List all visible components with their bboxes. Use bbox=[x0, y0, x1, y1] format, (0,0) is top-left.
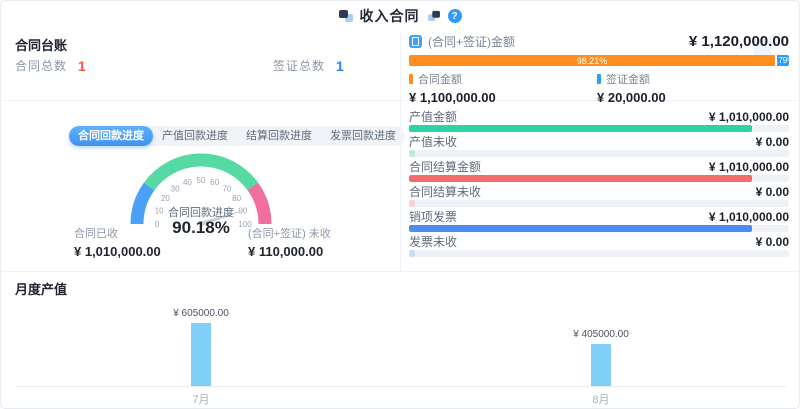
help-icon[interactable]: ? bbox=[448, 9, 462, 23]
gauge-tick-label: 80 bbox=[232, 194, 241, 203]
metric-bar-track bbox=[409, 225, 789, 232]
legend-value: ¥ 20,000.00 bbox=[597, 90, 666, 105]
metrics-list: 产值金额 ¥ 1,010,000.00 产值未收 ¥ 0.00 合同结算金额 ¥ 1,01… bbox=[409, 108, 789, 258]
metric-value: ¥ 0.00 bbox=[756, 235, 789, 249]
legend-visa: 签证金额 ¥ 20,000.00 bbox=[597, 71, 666, 105]
progress-tabs: 合同回款进度产值回款进度结算回款进度发票回款进度 bbox=[69, 126, 405, 146]
gauge-tick-label: 70 bbox=[222, 184, 231, 193]
gauge-tick-label: 40 bbox=[183, 178, 192, 187]
monthly-bar bbox=[591, 344, 611, 386]
legend-value: ¥ 1,100,000.00 bbox=[409, 90, 496, 105]
metric-bar-fill bbox=[409, 225, 752, 232]
metric-bar-track bbox=[409, 175, 789, 182]
metric-bar-fill bbox=[409, 175, 752, 182]
total-amount-label: (合同+签证)金额 bbox=[428, 33, 515, 50]
metric-label: 合同结算未收 bbox=[409, 183, 481, 200]
received-label: 合同已收 bbox=[74, 225, 161, 241]
metric-value: ¥ 0.00 bbox=[756, 185, 789, 199]
monthly-bar bbox=[191, 323, 211, 386]
metric-row: 合同结算未收 ¥ 0.00 bbox=[409, 183, 789, 207]
metric-value: ¥ 1,010,000.00 bbox=[709, 210, 789, 224]
metric-bar-fill bbox=[409, 125, 752, 132]
gauge-tick-label: 20 bbox=[161, 194, 170, 203]
page-header: 收入合同 ? bbox=[1, 1, 799, 31]
vertical-panel-divider bbox=[400, 31, 401, 271]
metric-label: 产值金额 bbox=[409, 108, 457, 125]
x-axis-label: 7月 bbox=[171, 391, 231, 407]
legend-label: 合同金额 bbox=[418, 71, 462, 87]
tab-3[interactable]: 发票回款进度 bbox=[321, 126, 405, 146]
metric-row: 合同结算金额 ¥ 1,010,000.00 bbox=[409, 158, 789, 182]
monthly-output-section: 月度产值 ¥ 605000.00 7月 ¥ 405000.00 8月 bbox=[1, 271, 800, 409]
metric-bar-track bbox=[409, 125, 789, 132]
contract-count-label: 合同总数 bbox=[15, 57, 67, 74]
visa-count-label: 签证总数 bbox=[273, 57, 325, 74]
legend-marker-icon bbox=[409, 74, 413, 84]
received-value: ¥ 1,010,000.00 bbox=[74, 244, 161, 259]
metric-value: ¥ 1,010,000.00 bbox=[709, 160, 789, 174]
metric-value: ¥ 1,010,000.00 bbox=[709, 110, 789, 124]
amount-doc-icon bbox=[409, 35, 422, 48]
x-axis-label: 8月 bbox=[571, 391, 631, 407]
metric-row: 产值金额 ¥ 1,010,000.00 bbox=[409, 108, 789, 132]
metric-row: 销项发票 ¥ 1,010,000.00 bbox=[409, 208, 789, 232]
unreceived-label: (合同+签证) 未收 bbox=[248, 225, 331, 241]
bar-value-label: ¥ 405000.00 bbox=[556, 329, 646, 340]
contract-count-stat: 合同总数 1 bbox=[15, 57, 86, 74]
contract-amount-segment: 98.21% bbox=[409, 55, 775, 66]
income-contract-dashboard: 收入合同 ? 合同台账 合同总数 1 签证总数 1 合同回款进度产值回款进度结算… bbox=[0, 0, 800, 409]
title-ornament-left-icon bbox=[339, 10, 353, 22]
unreceived-stat: (合同+签证) 未收 ¥ 110,000.00 bbox=[248, 225, 331, 259]
metric-row: 发票未收 ¥ 0.00 bbox=[409, 233, 789, 257]
monthly-title: 月度产值 bbox=[15, 279, 67, 298]
visa-count-stat: 签证总数 1 bbox=[273, 57, 344, 74]
gauge-tick-label: 50 bbox=[197, 176, 206, 185]
total-amount-row: (合同+签证)金额 ¥ 1,120,000.00 bbox=[409, 33, 789, 50]
x-axis-line bbox=[16, 386, 786, 387]
legend-contract: 合同金额 ¥ 1,100,000.00 bbox=[409, 71, 496, 105]
page-title: 收入合同 bbox=[360, 6, 420, 26]
metric-label: 发票未收 bbox=[409, 233, 457, 250]
unreceived-value: ¥ 110,000.00 bbox=[248, 244, 331, 259]
received-stat: 合同已收 ¥ 1,010,000.00 bbox=[74, 225, 161, 259]
metric-bar-fill bbox=[409, 200, 415, 207]
metric-bar-track bbox=[409, 250, 789, 257]
legend-marker-icon bbox=[597, 74, 601, 84]
legend-label: 签证金额 bbox=[606, 71, 650, 87]
bar-value-label: ¥ 605000.00 bbox=[156, 308, 246, 319]
metric-value: ¥ 0.00 bbox=[756, 135, 789, 149]
metric-label: 产值未收 bbox=[409, 133, 457, 150]
total-amount-value: ¥ 1,120,000.00 bbox=[689, 33, 789, 50]
metric-bar-track bbox=[409, 200, 789, 207]
metric-bar-fill bbox=[409, 250, 415, 257]
metric-label: 销项发票 bbox=[409, 208, 457, 225]
gauge-tick-label: 30 bbox=[171, 184, 180, 193]
metric-row: 产值未收 ¥ 0.00 bbox=[409, 133, 789, 157]
amount-summary-panel: (合同+签证)金额 ¥ 1,120,000.00 98.21%1.79% 产值金… bbox=[409, 31, 789, 271]
ledger-title: 合同台账 bbox=[15, 35, 67, 54]
tab-2[interactable]: 结算回款进度 bbox=[237, 126, 321, 146]
visa-count: 1 bbox=[336, 58, 344, 74]
tab-0[interactable]: 合同回款进度 bbox=[69, 126, 153, 146]
metric-bar-fill bbox=[409, 150, 415, 157]
title-ornament-right-icon bbox=[428, 11, 440, 21]
tab-1[interactable]: 产值回款进度 bbox=[153, 126, 237, 146]
contract-visa-ratio-bar: 98.21%1.79% bbox=[409, 55, 789, 66]
metric-bar-track bbox=[409, 150, 789, 157]
gauge-tick-label: 60 bbox=[210, 178, 219, 187]
visa-amount-segment: 1.79% bbox=[777, 55, 789, 66]
contract-count: 1 bbox=[78, 58, 86, 74]
metric-label: 合同结算金额 bbox=[409, 158, 481, 175]
